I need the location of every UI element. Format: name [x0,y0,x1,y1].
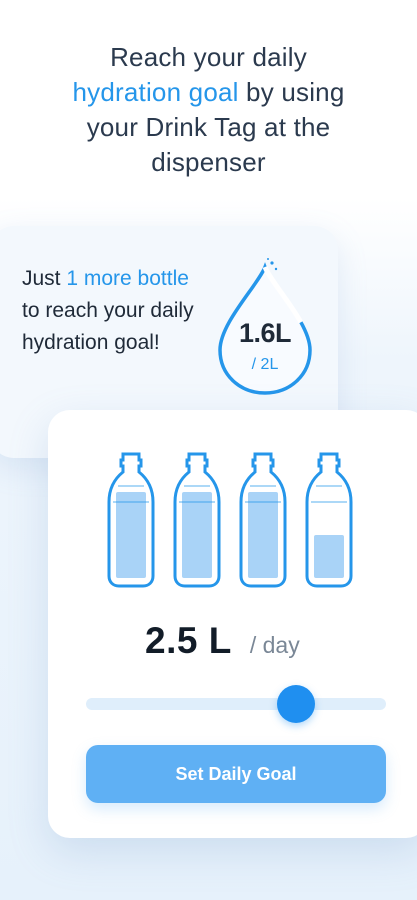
progress-accent: 1 more bottle [66,267,189,290]
daily-amount: 2.5 L / day [145,620,300,665]
set-daily-goal-button[interactable]: Set Daily Goal [86,745,386,803]
bottle-row [105,452,355,592]
headline-line-2-rest: by using [238,77,345,107]
bottle-icon [305,452,353,588]
headline-line-2: hydration goal by using [0,75,417,110]
bottle-water-fill [116,492,146,578]
bottle-water-fill [182,492,212,578]
headline-line-1: Reach your daily [110,42,307,72]
headline-line-3: your Drink Tag at the [86,112,331,142]
progress-message: Just 1 more bottle to reach your daily h… [22,263,207,359]
bottle-icon [239,452,287,588]
bottle-water-fill [248,492,278,578]
headline-accent: hydration goal [72,77,239,107]
onboarding-headline: Reach your daily hydration goal by using… [0,40,417,180]
drop-sparkle-2 [274,267,278,271]
current-intake: 1.6L [238,318,292,348]
amount-unit: / day [249,632,300,658]
bottle-water-fill [314,535,344,578]
drop-sparkle-1 [270,261,274,265]
bottle-icon [173,452,221,588]
goal-slider-track[interactable] [86,698,386,710]
bottle-icon [107,452,155,588]
progress-suffix: to reach your daily hydration goal! [22,299,194,354]
progress-prefix: Just [22,267,67,290]
drop-sparkle-3 [267,258,269,260]
amount-value: 2.5 L [145,620,232,661]
goal-intake: / 2L [251,356,279,373]
goal-slider-thumb[interactable] [277,685,315,723]
headline-line-4: dispenser [151,147,266,177]
